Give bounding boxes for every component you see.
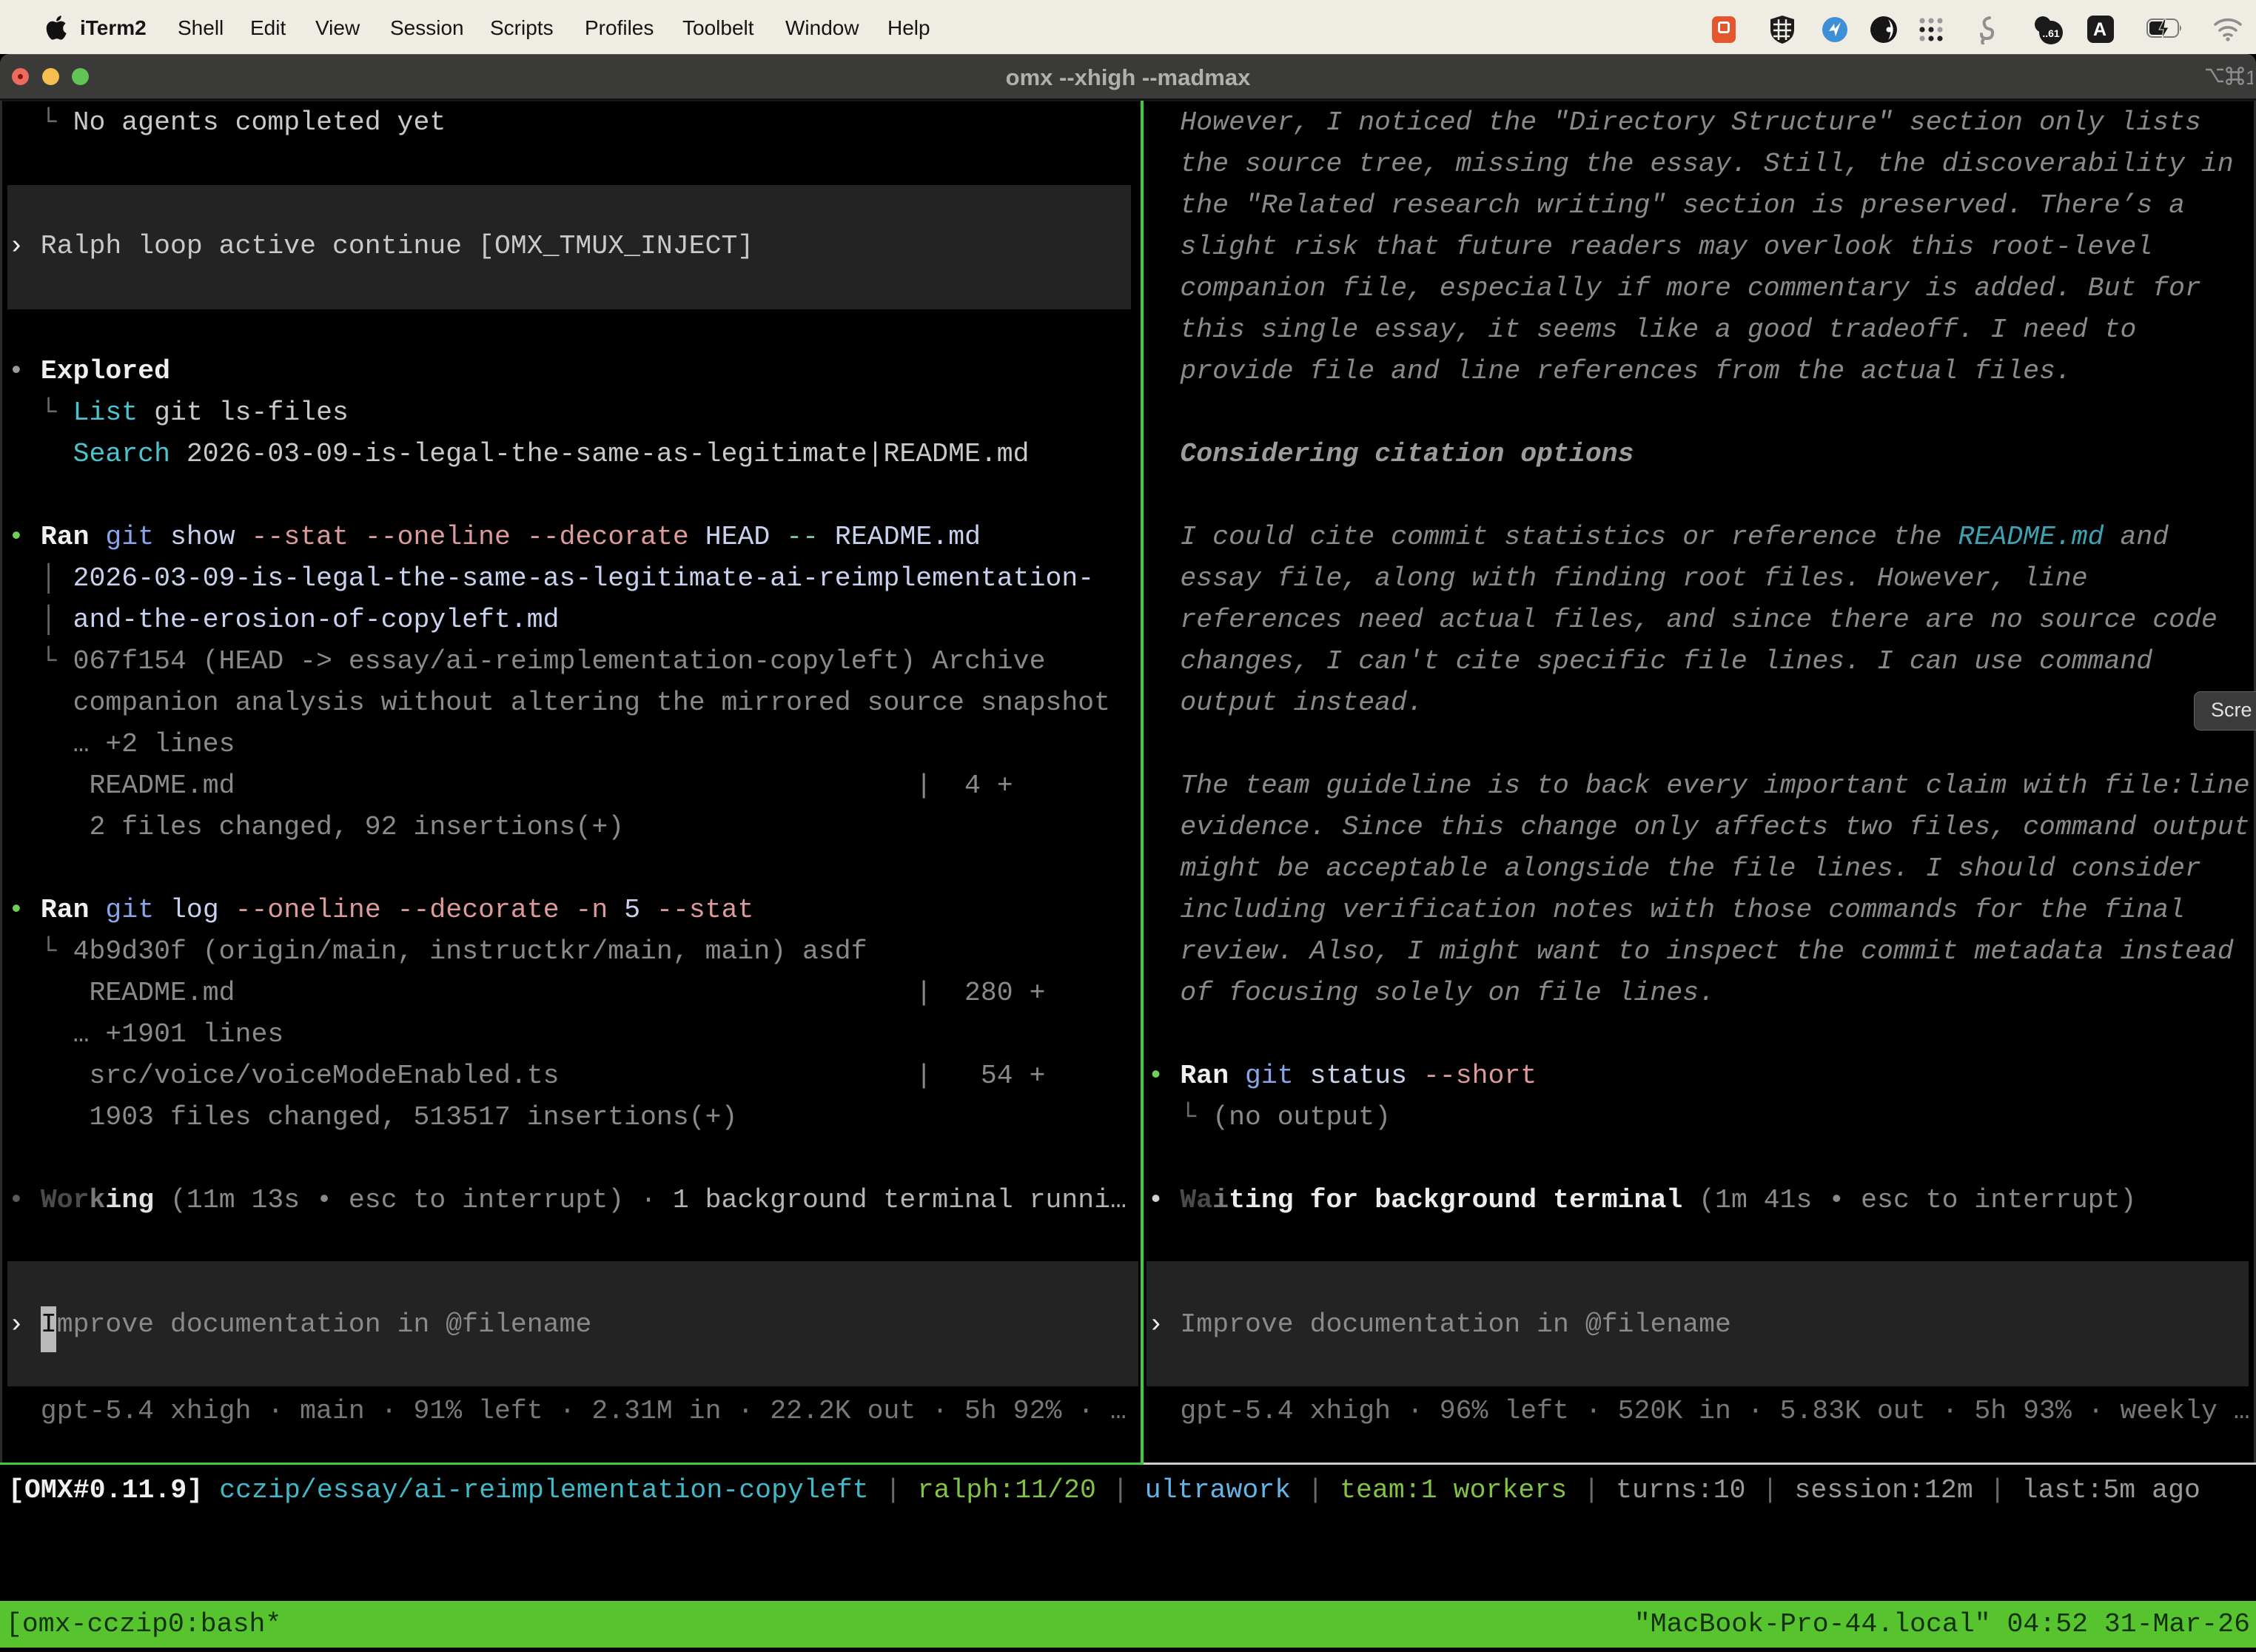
svg-text:1: 1: [2246, 67, 2253, 88]
svg-text:..61: ..61: [2042, 27, 2060, 39]
